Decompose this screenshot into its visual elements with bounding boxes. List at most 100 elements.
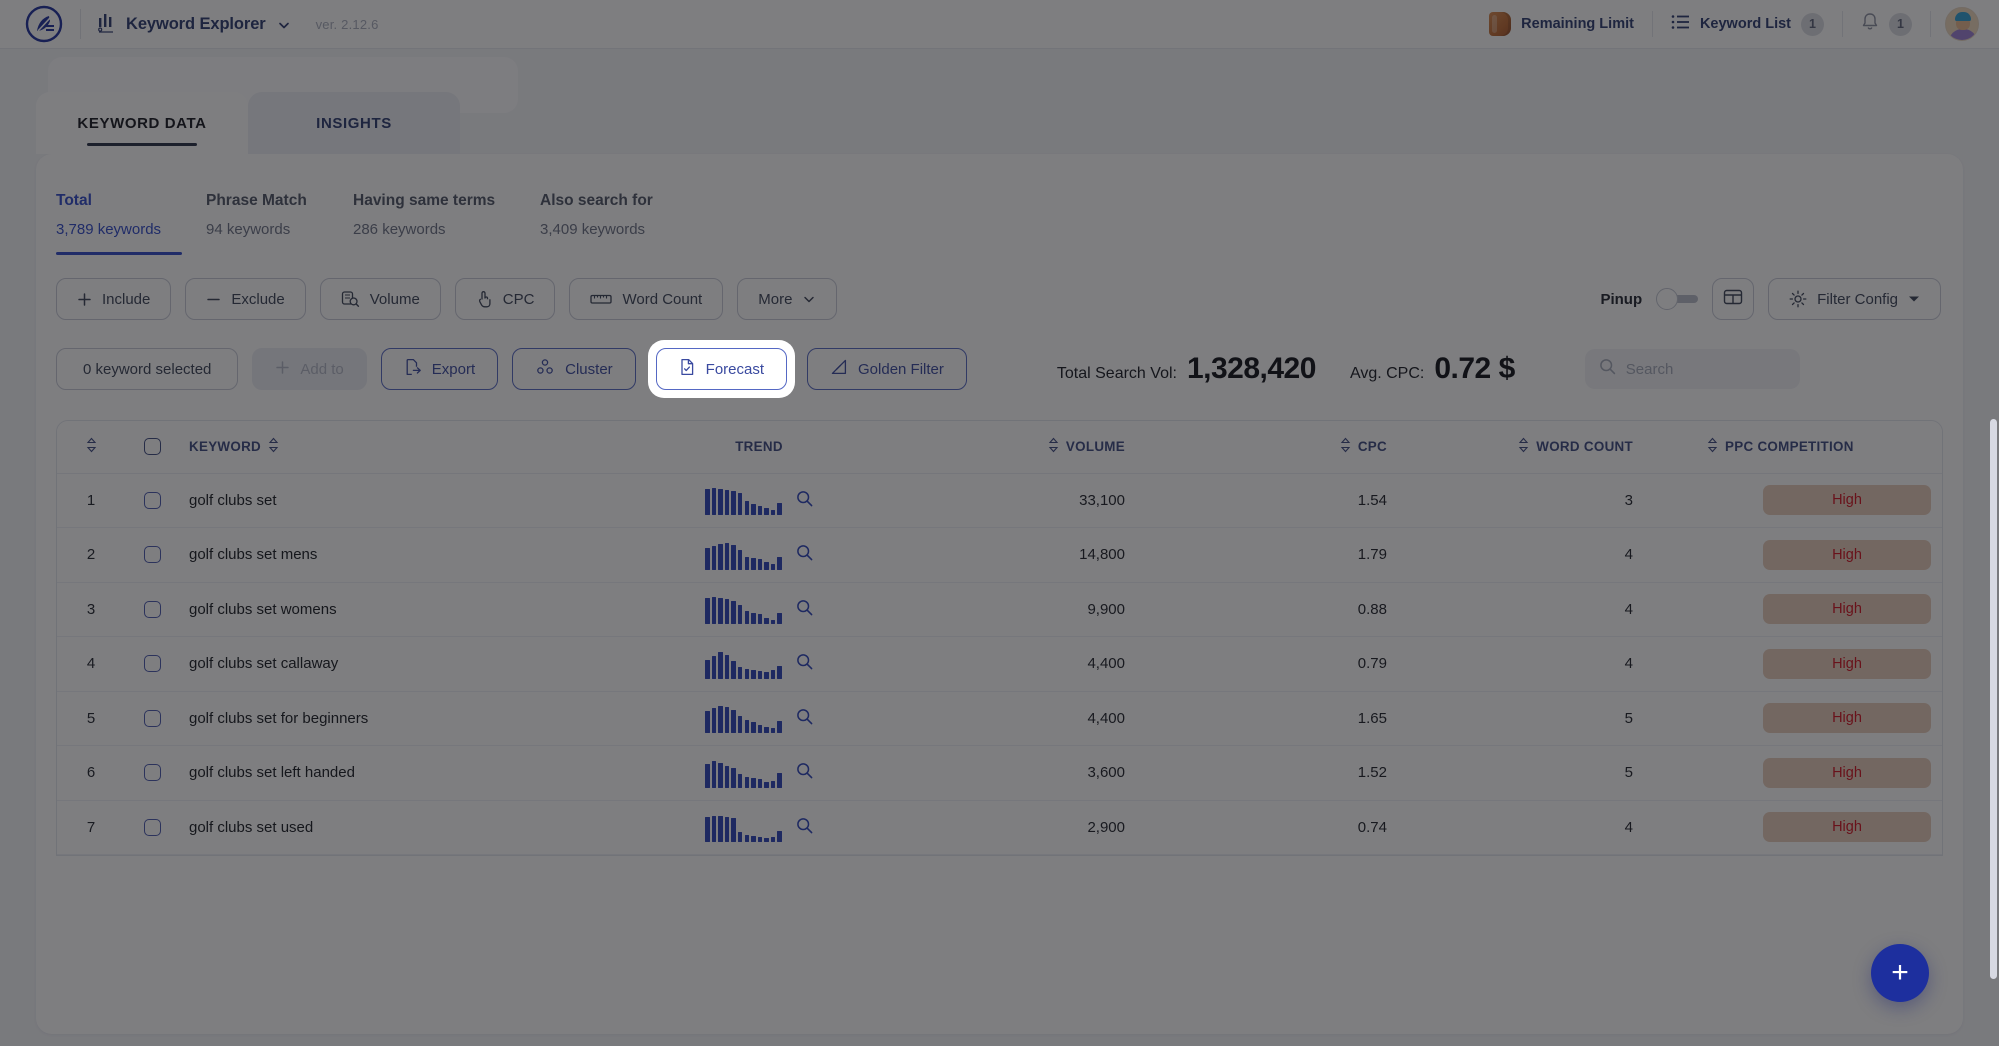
row-keyword[interactable]: golf clubs set callaway: [179, 636, 599, 692]
th-ppc-competition[interactable]: PPC COMPETITION: [1689, 421, 1942, 474]
trend-search-icon[interactable]: [796, 599, 813, 620]
row-checkbox-cell[interactable]: [125, 800, 179, 855]
row-checkbox[interactable]: [143, 709, 161, 727]
trend-bar: [738, 493, 743, 516]
layout-columns-button[interactable]: [1712, 278, 1755, 320]
table-row[interactable]: 5 golf clubs set for beginners 4,400 1.65 5 H…: [57, 691, 1942, 746]
pinup-toggle[interactable]: [1656, 288, 1699, 310]
trend-bar: [711, 760, 717, 788]
row-keyword[interactable]: golf clubs set for beginners: [179, 691, 599, 746]
filter-config-button[interactable]: Filter Config: [1768, 278, 1941, 320]
row-trend-cell: [599, 691, 919, 746]
table-row[interactable]: 1 golf clubs set 33,100 1.54 3 High: [57, 473, 1942, 528]
th-select-all[interactable]: [125, 421, 179, 474]
trend-bar: [751, 557, 756, 570]
forecast-button[interactable]: Forecast: [655, 348, 788, 390]
th-volume[interactable]: VOLUME: [919, 421, 1189, 474]
sort-icon[interactable]: [268, 437, 279, 456]
row-keyword[interactable]: golf clubs set used: [179, 800, 599, 855]
page-scrollbar[interactable]: [1990, 419, 1997, 979]
sort-icon[interactable]: [1707, 437, 1718, 456]
selected-count-button[interactable]: 0 keyword selected: [56, 348, 239, 390]
table-row[interactable]: 2 golf clubs set mens 14,800 1.79 4 High: [57, 527, 1942, 583]
notifications-button[interactable]: 1: [1843, 0, 1930, 48]
search-box[interactable]: [1584, 349, 1800, 389]
filter-include-button[interactable]: Include: [56, 278, 172, 320]
trend-bar: [705, 763, 710, 788]
trend-search-icon[interactable]: [796, 817, 813, 838]
application-window: Keyword Explorer ver. 2.12.6 Remaining L…: [0, 0, 1999, 1046]
stat-having-same-terms[interactable]: Having same terms 286 keywords: [353, 192, 540, 238]
stat-total[interactable]: Total 3,789 keywords: [56, 192, 206, 255]
sort-icon[interactable]: [1048, 437, 1059, 456]
sort-icon[interactable]: [1340, 437, 1351, 456]
row-checkbox-cell[interactable]: [125, 473, 179, 528]
trend-bar: [770, 780, 776, 788]
row-checkbox-cell[interactable]: [125, 636, 179, 692]
table-row[interactable]: 6 golf clubs set left handed 3,600 1.52 5 Hig…: [57, 745, 1942, 801]
filter-cpc-button[interactable]: CPC: [454, 278, 556, 320]
row-checkbox[interactable]: [143, 600, 161, 618]
cluster-button[interactable]: Cluster: [512, 348, 636, 390]
sort-icon[interactable]: [1518, 437, 1529, 456]
add-floating-action-button[interactable]: +: [1871, 944, 1929, 1002]
row-checkbox-cell[interactable]: [125, 582, 179, 637]
filter-exclude-button[interactable]: Exclude: [185, 278, 306, 320]
avatar[interactable]: [1945, 7, 1979, 41]
row-checkbox[interactable]: [143, 655, 161, 673]
trend-search-icon[interactable]: [796, 544, 813, 565]
row-keyword[interactable]: golf clubs set left handed: [179, 745, 599, 801]
stat-phrase-match[interactable]: Phrase Match 94 keywords: [206, 192, 353, 238]
search-input[interactable]: [1625, 360, 1786, 378]
tab-insights[interactable]: INSIGHTS: [248, 92, 460, 154]
trend-search-icon[interactable]: [796, 708, 813, 729]
tab-keyword-data[interactable]: KEYWORD DATA: [36, 92, 248, 154]
row-keyword[interactable]: golf clubs set: [179, 473, 599, 528]
keyword-list-button[interactable]: Keyword List 1: [1653, 0, 1842, 48]
row-keyword[interactable]: golf clubs set mens: [179, 527, 599, 583]
remaining-limit-button[interactable]: Remaining Limit: [1471, 0, 1652, 48]
row-checkbox-cell[interactable]: [125, 691, 179, 746]
trend-bar: [724, 817, 730, 843]
row-checkbox[interactable]: [143, 546, 161, 564]
export-button[interactable]: Export: [380, 348, 499, 390]
click-hand-icon: [476, 290, 493, 308]
filter-volume-button[interactable]: Volume: [319, 278, 441, 320]
selected-count-label: 0 keyword selected: [83, 360, 212, 378]
table-row[interactable]: 4 golf clubs set callaway 4,400 0.79 4 High: [57, 636, 1942, 692]
th-keyword[interactable]: KEYWORD: [179, 421, 599, 474]
trend-search-icon[interactable]: [796, 490, 813, 511]
golden-filter-button[interactable]: Golden Filter: [807, 348, 967, 390]
trend-bar: [718, 816, 723, 843]
select-all-checkbox[interactable]: [143, 438, 161, 456]
row-word-count: 4: [1439, 527, 1689, 583]
row-trend-cell: [599, 636, 919, 692]
chevron-down-icon[interactable]: [277, 18, 290, 31]
row-checkbox[interactable]: [143, 491, 161, 509]
trend-bar: [705, 659, 710, 679]
th-word-count[interactable]: WORD COUNT: [1439, 421, 1689, 474]
filter-more-button[interactable]: More: [737, 278, 838, 320]
row-ppc-competition: High: [1689, 473, 1942, 528]
trend-search-icon[interactable]: [796, 762, 813, 783]
trend-bar: [777, 613, 782, 625]
row-checkbox[interactable]: [143, 764, 161, 782]
row-checkbox[interactable]: [143, 818, 161, 836]
trend-bar: [757, 778, 763, 788]
row-checkbox-cell[interactable]: [125, 745, 179, 801]
row-checkbox-cell[interactable]: [125, 527, 179, 583]
header-separator-3: [1930, 11, 1931, 37]
th-cpc[interactable]: CPC: [1189, 421, 1439, 474]
stat-also-search-for[interactable]: Also search for 3,409 keywords: [540, 192, 720, 238]
app-switcher[interactable]: Keyword Explorer: [97, 11, 290, 38]
notifications-badge: 1: [1889, 12, 1912, 36]
th-index-sort[interactable]: [57, 421, 125, 474]
table-row[interactable]: 7 golf clubs set used 2,900 0.74 4 High: [57, 800, 1942, 855]
trend-search-icon[interactable]: [796, 653, 813, 674]
brand-logo-icon[interactable]: [24, 4, 64, 44]
add-to-button[interactable]: Add to: [252, 348, 367, 390]
filter-word-count-button[interactable]: Word Count: [569, 278, 724, 320]
row-cpc: 0.88: [1189, 582, 1439, 637]
table-row[interactable]: 3 golf clubs set womens 9,900 0.88 4 High: [57, 582, 1942, 637]
row-keyword[interactable]: golf clubs set womens: [179, 582, 599, 637]
